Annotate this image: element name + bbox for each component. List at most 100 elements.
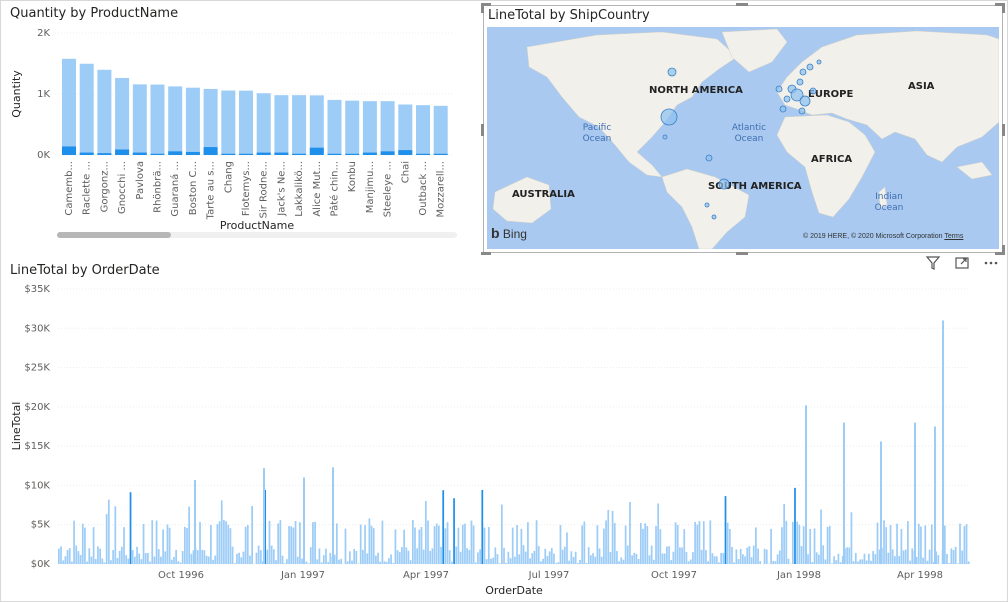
column[interactable] [828,526,831,564]
column[interactable] [735,549,738,564]
bar-highlight[interactable] [309,147,324,155]
column[interactable] [850,512,853,564]
column[interactable] [196,550,199,564]
column[interactable] [540,561,542,564]
column[interactable] [507,551,510,564]
column[interactable] [496,554,499,564]
column[interactable] [455,546,458,564]
bar[interactable] [256,93,271,155]
column[interactable] [583,521,586,564]
column[interactable] [446,522,449,564]
column[interactable] [312,522,314,564]
column[interactable] [440,546,442,564]
column[interactable] [587,547,590,564]
column[interactable] [396,550,399,564]
bar-highlight[interactable] [221,153,236,155]
column[interactable] [461,524,464,564]
column[interactable] [618,561,620,564]
horizontal-scrollbar-thumb[interactable] [57,232,171,238]
bar[interactable] [380,101,395,155]
column[interactable] [965,524,968,564]
column[interactable] [722,553,725,564]
column[interactable] [715,556,718,564]
column[interactable] [318,548,321,564]
resize-handle[interactable] [736,3,748,6]
column[interactable] [309,547,312,564]
column[interactable] [885,527,888,564]
column[interactable] [140,559,143,564]
column[interactable] [946,553,948,564]
column[interactable] [153,556,156,564]
column[interactable] [550,547,553,564]
column[interactable] [212,559,214,564]
column[interactable] [865,560,868,564]
column[interactable] [681,547,683,564]
column[interactable] [210,524,212,564]
column[interactable] [92,527,95,564]
column[interactable] [385,561,388,564]
bar-highlight[interactable] [433,153,448,155]
column[interactable] [774,561,777,564]
bar-highlight[interactable] [380,151,395,155]
data-bubble[interactable] [704,202,710,208]
column[interactable] [748,546,751,564]
column[interactable] [296,556,299,564]
column[interactable] [728,528,731,564]
column[interactable] [381,520,384,564]
column[interactable] [870,560,872,564]
column[interactable] [390,554,392,564]
column[interactable] [494,547,497,564]
data-bubble[interactable] [667,67,677,77]
column-peak[interactable] [263,468,265,564]
column[interactable] [227,524,230,564]
column[interactable] [598,548,601,564]
column[interactable] [485,559,488,564]
column[interactable] [718,562,720,564]
column[interactable] [963,526,966,564]
bar-highlight[interactable] [345,153,360,155]
column[interactable] [702,521,705,564]
bar-highlight[interactable] [239,153,253,155]
column[interactable] [839,562,842,564]
column[interactable] [533,550,536,564]
column[interactable] [867,553,870,564]
column[interactable] [372,528,375,564]
column[interactable] [872,551,875,564]
column[interactable] [346,561,349,564]
column[interactable] [765,549,768,564]
column[interactable] [301,558,303,564]
column[interactable] [110,560,112,564]
resize-handle[interactable] [481,252,491,255]
column[interactable] [492,557,495,564]
column[interactable] [631,555,633,564]
bar-highlight[interactable] [97,153,112,155]
column[interactable] [481,489,484,564]
column[interactable] [553,553,555,564]
column[interactable] [826,526,829,564]
column[interactable] [94,559,97,564]
column-peak[interactable] [942,320,944,564]
column[interactable] [268,520,271,564]
column-peak[interactable] [843,422,845,564]
data-bubble[interactable] [779,105,787,113]
column[interactable] [670,560,673,564]
column[interactable] [314,521,316,564]
column[interactable] [857,561,859,564]
column[interactable] [290,526,293,564]
column[interactable] [694,521,696,564]
column[interactable] [288,526,290,564]
column[interactable] [592,553,594,564]
column[interactable] [429,550,432,564]
column[interactable] [787,558,790,564]
bar-highlight[interactable] [274,152,289,155]
bar-highlight[interactable] [203,147,218,155]
column[interactable] [874,554,877,564]
column[interactable] [116,558,119,564]
column[interactable] [362,549,364,564]
column[interactable] [650,545,653,564]
column[interactable] [207,556,210,564]
column[interactable] [173,556,175,564]
column[interactable] [233,563,236,564]
bar-highlight[interactable] [256,152,271,155]
column[interactable] [607,509,610,564]
